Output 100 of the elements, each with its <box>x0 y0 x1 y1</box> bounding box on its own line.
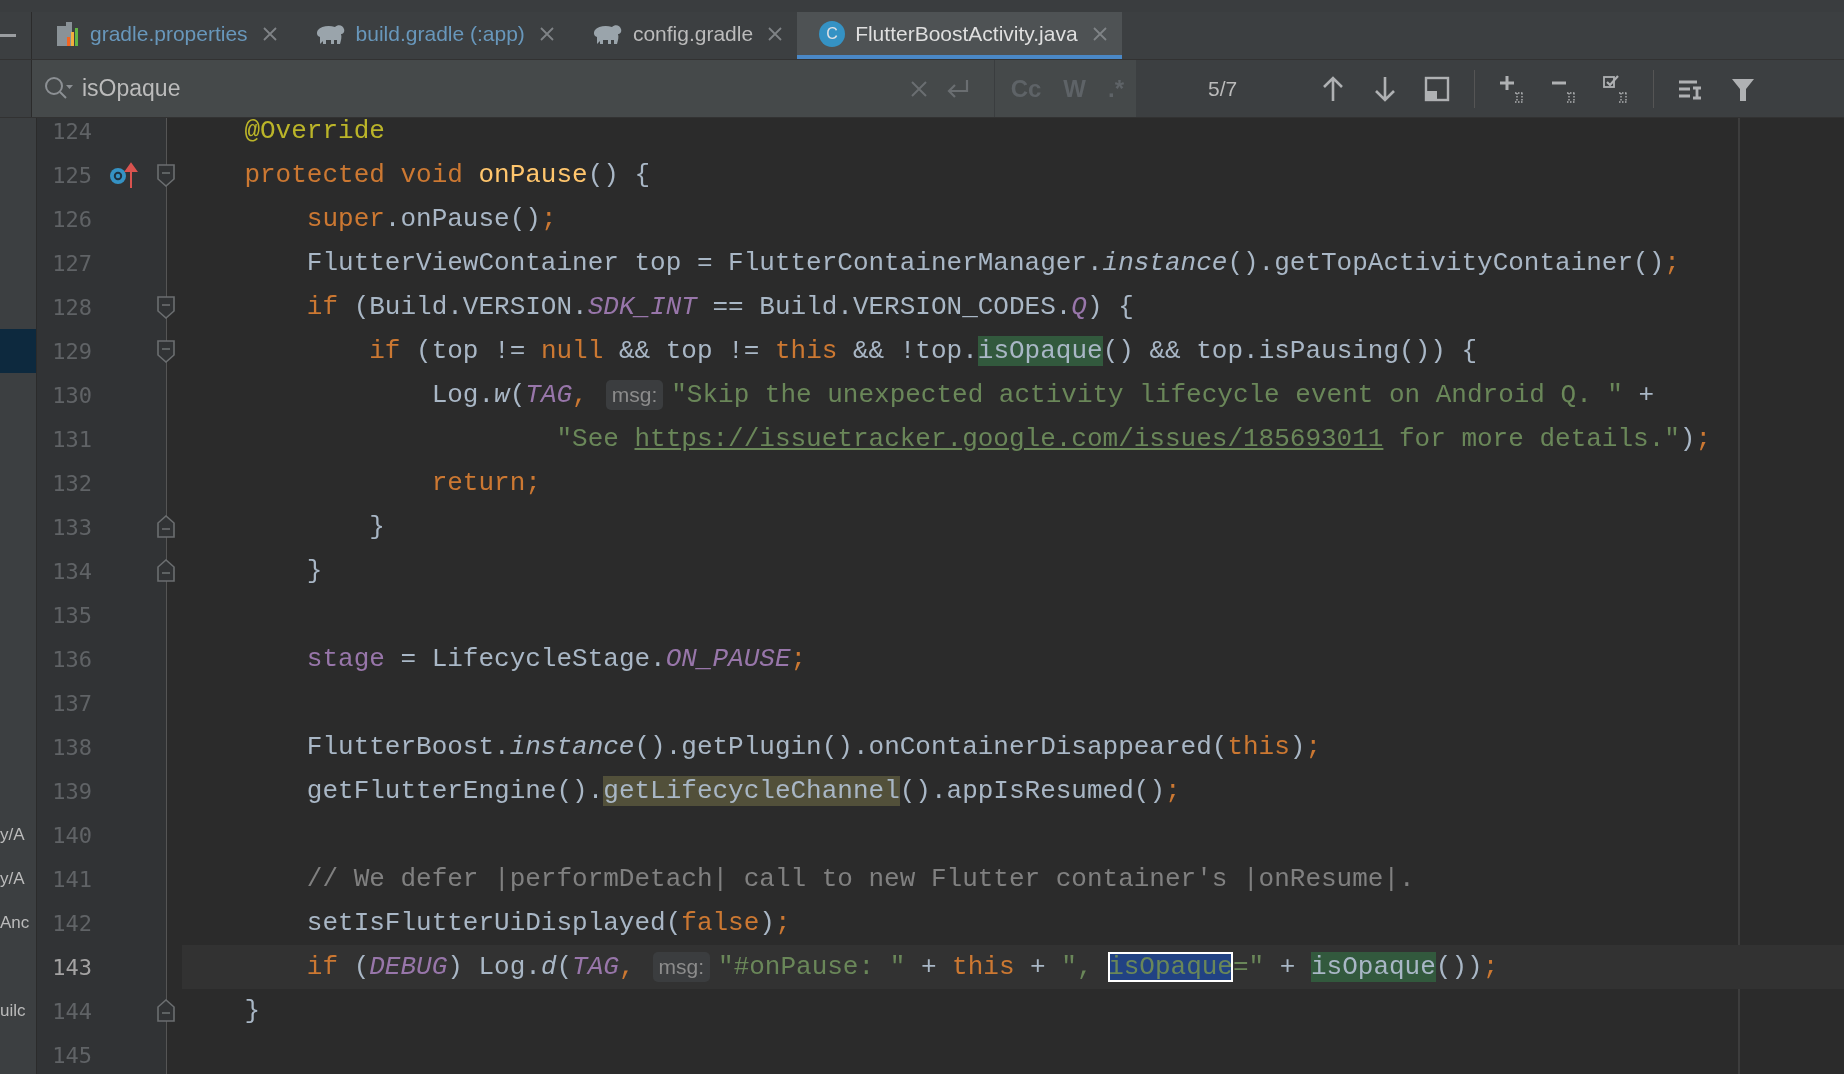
code-text: stage <box>305 644 385 674</box>
fold-icon[interactable] <box>157 559 175 583</box>
code-text: ( <box>352 952 370 982</box>
code-text: if <box>305 952 339 982</box>
code-text: ; <box>540 204 557 234</box>
code-text: ) <box>1679 424 1696 454</box>
code-text: =" <box>1232 952 1265 982</box>
code-text: ; <box>1482 952 1499 982</box>
code-text: } <box>305 556 323 586</box>
code-text: ().getTopActivityContainer() <box>1227 248 1665 278</box>
code-text: setIsFlutterUiDisplayed( <box>305 908 682 938</box>
line-number: 143 <box>51 953 93 982</box>
code-text: + <box>1029 952 1047 982</box>
code-text: false <box>681 908 760 938</box>
code-text: instance <box>509 732 635 762</box>
code-text: "See <box>555 424 620 454</box>
code-text: Q <box>1071 292 1087 322</box>
code-text: super <box>305 204 385 234</box>
code-text: ON_PAUSE <box>665 644 791 674</box>
code-text: ().getPlugin().onContainerDisappeared( <box>634 732 1228 762</box>
code-text: (top != <box>415 336 527 366</box>
code-text: onPause <box>477 160 588 190</box>
code-comment: // We defer |performDetach| call to new Flutter container's |onResume|. <box>305 864 1415 894</box>
parameter-hint: msg: <box>605 380 664 410</box>
fold-icon[interactable] <box>157 339 175 363</box>
code-text: ; <box>1165 776 1181 806</box>
code-text: @Override <box>243 118 385 146</box>
code-text: + <box>919 952 938 982</box>
code-text: ().appIsResumed() <box>899 776 1165 806</box>
code-text: ) <box>759 908 775 938</box>
fold-icon[interactable] <box>157 295 175 319</box>
code-text: TAG <box>525 380 573 410</box>
code-text: , <box>618 952 635 982</box>
editor-tab[interactable]: build.gradle (:app) <box>291 12 569 59</box>
code-text: ) { <box>1086 292 1134 322</box>
code-text: protected <box>243 160 385 190</box>
close-icon[interactable] <box>767 25 784 42</box>
code-text: SDK_INT <box>587 292 697 322</box>
code-text: == Build.VERSION_CODES. <box>711 292 1072 322</box>
code-text: for more details." <box>1398 424 1680 454</box>
dash-icon <box>0 34 16 37</box>
search-match: isOpaque <box>1311 952 1436 982</box>
code-text: ) Log. <box>447 952 541 982</box>
code-text: ( <box>556 952 573 982</box>
search-match: isOpaque <box>1108 952 1233 982</box>
code-text: FlutterViewContainer top = FlutterContainerManager. <box>305 248 1103 278</box>
search-match: isOpaque <box>977 336 1103 366</box>
close-icon[interactable] <box>1091 25 1108 42</box>
code-text: ()) <box>1435 952 1483 982</box>
code-text: ; <box>525 468 541 498</box>
code-text: ; <box>1305 732 1322 762</box>
search-input[interactable]: isOpaque <box>82 75 896 102</box>
code-text: w <box>494 380 510 410</box>
code-text: Log. <box>430 380 495 410</box>
code-text: (Build.VERSION. <box>352 292 588 322</box>
code-text: FlutterBoost. <box>305 732 510 762</box>
close-icon[interactable] <box>261 25 278 42</box>
code-text: ) <box>1289 732 1306 762</box>
match-count: 5/7 <box>1208 76 1239 101</box>
code-text: ", <box>1061 952 1094 982</box>
code-text: "Skip the unexpected activity lifecycle event on Android Q. " <box>671 380 1623 410</box>
bar-chart-file-icon <box>54 19 80 48</box>
code-text: + <box>1637 380 1655 410</box>
editor-tab[interactable]: gradle.properties <box>32 12 292 59</box>
tree-item-text[interactable]: y/A <box>0 825 25 845</box>
code-text: "#onPause: " <box>718 952 906 982</box>
fold-icon[interactable] <box>157 163 175 187</box>
code-text: if <box>305 292 339 322</box>
code-text: if <box>368 336 401 366</box>
code-text: && top != <box>617 336 761 366</box>
code-text: getFlutterEngine(). <box>305 776 604 806</box>
code-text: .onPause() <box>384 204 541 234</box>
tree-item-text[interactable]: y/A <box>0 869 25 889</box>
code-text: && !top. <box>851 336 978 366</box>
code-text: TAG <box>572 952 619 982</box>
fold-icon[interactable] <box>157 515 175 539</box>
code-text: ; <box>774 908 791 938</box>
code-text: } <box>243 996 260 1026</box>
circle-up-arrow-icon[interactable] <box>108 160 138 190</box>
parameter-hint: msg: <box>652 952 711 982</box>
tree-item-text[interactable]: Anc <box>0 913 30 933</box>
tree-item-text[interactable]: uilc <box>0 1001 26 1021</box>
class-icon: C <box>819 20 846 47</box>
code-text: + <box>1278 952 1297 982</box>
code-text: ; <box>790 644 807 674</box>
code-text: () && top.isPausing()) { <box>1102 336 1478 366</box>
code-text: d <box>540 952 557 982</box>
code-text: = LifecycleStage. <box>399 644 666 674</box>
editor-tab[interactable]: C FlutterBoostActivity.java <box>797 12 1122 59</box>
code-text: ; <box>1664 248 1680 278</box>
code-text: , <box>572 380 588 410</box>
code-text: DEBUG <box>369 952 448 982</box>
code-text: () { <box>587 160 651 190</box>
code-link[interactable]: https://issuetracker.google.com/issues/185693011 <box>634 424 1384 454</box>
code-text: this <box>774 336 838 366</box>
close-icon[interactable] <box>538 25 555 42</box>
editor-tab[interactable]: config.gradle <box>568 12 798 59</box>
code-text: return <box>430 468 526 498</box>
fold-icon[interactable] <box>157 999 175 1023</box>
code-text: null <box>540 336 604 366</box>
